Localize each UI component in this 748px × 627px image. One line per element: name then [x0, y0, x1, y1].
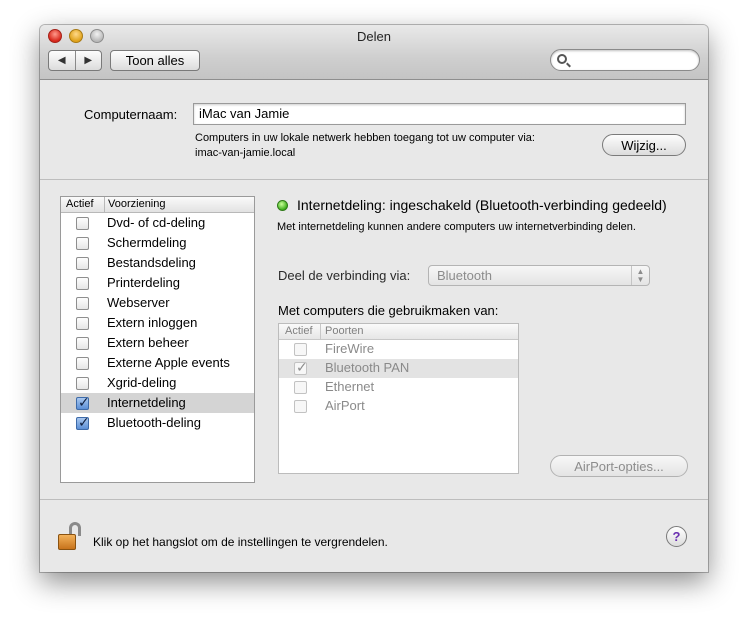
port-label: FireWire: [325, 341, 375, 356]
back-arrow-icon: ◀: [57, 55, 66, 66]
port-label: Bluetooth PAN: [325, 360, 410, 375]
services-list: Actief Voorziening Dvd- of cd-deling Sch…: [60, 196, 255, 483]
service-row-bluetooth-sharing[interactable]: ✓ Bluetooth-deling: [61, 413, 254, 433]
lock-icon[interactable]: [58, 522, 84, 552]
share-via-value: Bluetooth: [437, 268, 492, 283]
service-row-printer-sharing[interactable]: Printerdeling: [61, 273, 254, 293]
ports-header-ports[interactable]: Poorten: [321, 324, 518, 339]
service-checkbox[interactable]: ✓: [76, 414, 90, 430]
services-header: Actief Voorziening: [61, 197, 254, 213]
forward-button[interactable]: ▶: [74, 51, 102, 70]
share-via-label: Deel de verbinding via:: [278, 268, 411, 283]
service-checkbox[interactable]: [76, 217, 89, 230]
updown-arrows-icon: ▲ ▼: [631, 266, 649, 285]
checkmark-icon: ✓: [78, 394, 90, 410]
service-checkbox[interactable]: [76, 337, 89, 350]
service-checkbox[interactable]: [76, 377, 89, 390]
ports-header-active[interactable]: Actief: [279, 324, 321, 339]
port-row-airport[interactable]: AirPort: [279, 397, 518, 416]
share-via-select[interactable]: Bluetooth ▲ ▼: [428, 265, 650, 286]
service-checkbox[interactable]: [76, 317, 89, 330]
header-active[interactable]: Actief: [61, 197, 105, 212]
status-indicator-icon: [277, 200, 288, 211]
port-row-bluetooth-pan[interactable]: ✓ Bluetooth PAN: [279, 359, 518, 378]
help-button[interactable]: ?: [666, 526, 687, 547]
ports-list: Actief Poorten FireWire ✓ Bluetooth PAN …: [278, 323, 519, 474]
service-row-apple-events[interactable]: Externe Apple events: [61, 353, 254, 373]
port-checkbox[interactable]: ✓: [294, 359, 308, 375]
computer-name-section: Computernaam: iMac van Jamie Computers i…: [40, 81, 708, 180]
service-label: Bluetooth-deling: [107, 415, 201, 430]
service-row-dvd[interactable]: Dvd- of cd-deling: [61, 213, 254, 233]
port-row-firewire[interactable]: FireWire: [279, 340, 518, 359]
service-row-file-sharing[interactable]: Bestandsdeling: [61, 253, 254, 273]
service-label: Webserver: [107, 295, 170, 310]
service-label: Extern inloggen: [107, 315, 198, 330]
ports-header: Actief Poorten: [279, 324, 518, 340]
computer-name-label: Computernaam:: [84, 107, 178, 122]
lock-body: [58, 534, 76, 550]
network-access-info: Computers in uw lokale netwerk hebben to…: [195, 132, 535, 144]
back-button[interactable]: ◀: [49, 51, 75, 70]
service-checkbox[interactable]: [76, 257, 89, 270]
service-label: Bestandsdeling: [107, 255, 196, 270]
service-description: Met internetdeling kunnen andere compute…: [277, 221, 636, 233]
service-label: Xgrid-deling: [107, 375, 177, 390]
local-hostname: imac-van-jamie.local: [195, 147, 296, 159]
port-row-ethernet[interactable]: Ethernet: [279, 378, 518, 397]
computer-name-input[interactable]: iMac van Jamie: [193, 103, 686, 125]
service-row-remote-management[interactable]: Extern beheer: [61, 333, 254, 353]
service-row-webserver[interactable]: Webserver: [61, 293, 254, 313]
back-forward-control: ◀ ▶: [48, 50, 102, 71]
title-bar: Delen ◀ ▶ Toon alles: [40, 25, 708, 80]
header-service[interactable]: Voorziening: [105, 197, 254, 212]
service-status-title: Internetdeling: ingeschakeld (Bluetooth-…: [297, 197, 667, 213]
service-checkbox[interactable]: ✓: [76, 394, 90, 410]
checkmark-icon: ✓: [296, 359, 308, 375]
service-row-screen-sharing[interactable]: Schermdeling: [61, 233, 254, 253]
service-label: Extern beheer: [107, 335, 189, 350]
service-checkbox[interactable]: [76, 297, 89, 310]
service-label: Dvd- of cd-deling: [107, 215, 206, 230]
service-label: Externe Apple events: [107, 355, 230, 370]
ports-label: Met computers die gebruikmaken van:: [278, 303, 499, 318]
show-all-button[interactable]: Toon alles: [110, 50, 200, 71]
port-label: AirPort: [325, 398, 365, 413]
service-row-internet-sharing[interactable]: ✓ Internetdeling: [61, 393, 254, 413]
footer-divider: [40, 499, 708, 500]
service-row-xgrid[interactable]: Xgrid-deling: [61, 373, 254, 393]
service-label: Internetdeling: [107, 395, 186, 410]
airport-options-button[interactable]: AirPort-opties...: [550, 455, 688, 477]
service-checkbox[interactable]: [76, 237, 89, 250]
window-title: Delen: [357, 29, 391, 44]
sharing-window: Delen ◀ ▶ Toon alles Computernaam: iMac …: [40, 25, 708, 572]
service-label: Schermdeling: [107, 235, 187, 250]
service-checkbox[interactable]: [76, 277, 89, 290]
service-label: Printerdeling: [107, 275, 180, 290]
checkmark-icon: ✓: [78, 414, 90, 430]
port-label: Ethernet: [325, 379, 375, 394]
port-checkbox[interactable]: [294, 381, 307, 394]
search-icon: [557, 54, 567, 64]
service-checkbox[interactable]: [76, 357, 89, 370]
port-checkbox[interactable]: [294, 400, 307, 413]
forward-arrow-icon: ▶: [84, 55, 93, 66]
lock-instruction-text: Klik op het hangslot om de instellingen …: [93, 535, 388, 549]
service-row-remote-login[interactable]: Extern inloggen: [61, 313, 254, 333]
port-checkbox[interactable]: [294, 343, 307, 356]
search-field[interactable]: [550, 49, 700, 71]
edit-hostname-button[interactable]: Wijzig...: [602, 134, 686, 156]
